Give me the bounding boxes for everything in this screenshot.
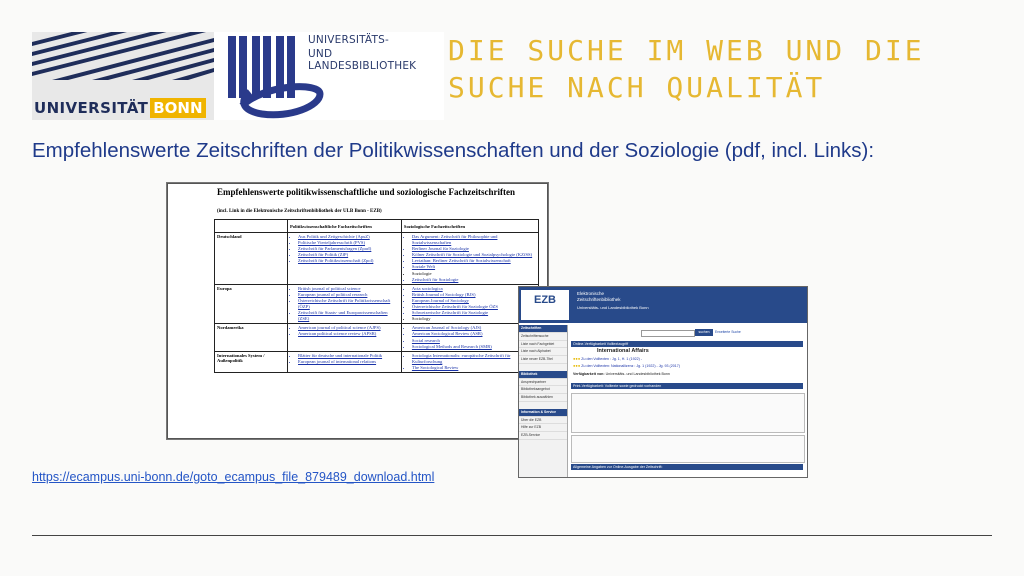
document-heading: Empfehlenswerte politikwissenschaftliche… [217, 187, 515, 197]
ezb-sidebar-spacer [519, 364, 567, 371]
table-row: DeutschlandAus Politik und Zeitgeschicht… [214, 232, 540, 285]
ezb-availability-text: Universitäts- und Landesbibliothek Bonn [605, 372, 670, 376]
ezb-logo: EZB [521, 290, 569, 320]
ezb-header: EZB Elektronische Zeitschriftenbibliothe… [519, 287, 807, 323]
journal-list-document: Empfehlenswerte politikwissenschaftliche… [166, 182, 549, 440]
ezb-holdings-box-1 [571, 393, 805, 433]
library-logo: UNIVERSITÄTS- UND LANDESBIBLIOTHEK [214, 32, 444, 120]
table-row: Internationales System / AußenpolitikBlä… [214, 350, 540, 373]
ezb-sidebar-item[interactable]: Liste nach Alphabet [519, 348, 567, 357]
politics-cell: Blätter für deutsche und internationale … [287, 350, 402, 373]
ezb-sidebar-item[interactable]: Liste neuer EZB-Titel [519, 356, 567, 364]
politics-cell: American journal of political science (A… [287, 323, 402, 352]
journal-link[interactable]: Zeitschrift für Politikwissenschaft (Zpo… [298, 258, 399, 264]
ezb-sidebar-heading: Information & Service [519, 408, 567, 417]
ezb-sidebar-item[interactable]: Über die EZB [519, 417, 567, 425]
ezb-availability-bar: Online-Verfügbarkeit Volltextzugriff [571, 341, 803, 347]
ezb-sidebar-item[interactable]: Liste nach Fachgebiet [519, 341, 567, 349]
region-cell: Nordamerika [214, 323, 288, 352]
table-row: EuropaBritish journal of political scien… [214, 283, 540, 325]
journal-link[interactable]: American political science review (APSR) [298, 331, 399, 337]
ezb-sidebar-item[interactable]: EZB-Service [519, 432, 567, 440]
traffic-light-icon: ●●● [573, 356, 581, 361]
ezb-sidebar-heading: Bibliothek [519, 370, 567, 379]
region-cell: Internationales System / Außenpolitik [214, 350, 288, 373]
column-header-sociology: Soziologische Fachzeitschriften [400, 219, 540, 233]
ezb-sidebar: Zeitschriften Zeitschriftensuche Liste nac… [519, 325, 568, 477]
university-logo: UNIVERSITÄT BONN [32, 32, 214, 120]
ezb-sidebar-spacer [519, 440, 567, 447]
journal-link[interactable]: Zeitschrift für Staats- und Europawissen… [298, 310, 399, 322]
download-link[interactable]: https://ecampus.uni-bonn.de/goto_ecampus… [32, 470, 434, 484]
ezb-fulltext-link-2[interactable]: Zu den Volltexten: Nationallizenz : Jg. … [581, 364, 680, 368]
university-word-universitaet: UNIVERSITÄT [34, 99, 149, 117]
sociology-cell: Das Argument: Zeitschrift für Philosophi… [400, 232, 540, 285]
journal-link[interactable]: Österreichische Zeitschrift für Politikw… [298, 298, 399, 310]
ezb-title: Elektronische Zeitschriftenbibliothek [577, 291, 621, 302]
ezb-sidebar-item[interactable]: Hilfe zur EZB [519, 424, 567, 433]
ezb-availability-label: Verfügbarkeit von: [573, 372, 605, 376]
column-header-region [214, 219, 288, 233]
ezb-screenshot: EZB Elektronische Zeitschriftenbibliothe… [518, 286, 808, 478]
journal-link[interactable]: Das Argument: Zeitschrift für Philosophi… [412, 234, 536, 246]
library-name-line2: UND LANDESBIBLIOTHEK [308, 48, 417, 72]
ezb-main: suchen Erweiterte Suche Online-Verfügbar… [571, 325, 805, 475]
table-row: NordamerikaAmerican journal of political… [214, 323, 540, 352]
journal-link[interactable]: Zeitschrift für Soziologie [412, 277, 536, 283]
region-cell: Europa [214, 283, 288, 325]
politics-cell: Aus Politik und Zeitgeschichte (ApuZ)Pol… [287, 232, 402, 285]
ezb-journal-title: International Affairs [597, 348, 649, 354]
ezb-sidebar-item[interactable]: Bibliothek auswählen [519, 394, 567, 402]
journal-table-header: Politikwissenschaftliche Fachzeitschrift… [214, 219, 540, 233]
ezb-sidebar-spacer [519, 402, 567, 409]
ezb-general-info-bar: Allgemeine Angaben zur Online-Ausgabe de… [571, 464, 803, 470]
ezb-search-button[interactable]: suchen [695, 329, 713, 336]
slide-title: Die Suche im Web und die Suche nach Qual… [448, 34, 925, 104]
ezb-sidebar-heading: Zeitschriften [519, 325, 567, 333]
ezb-institution: Universitäts- und Landesbibliothek Bonn [577, 305, 649, 310]
document-subheading: (incl. Link in die Elektronische Zeitsch… [217, 209, 382, 214]
footer-divider [32, 535, 992, 536]
region-cell: Deutschland [214, 232, 288, 285]
traffic-light-icon: ●●● [573, 363, 581, 368]
university-wordmark: UNIVERSITÄT BONN [32, 97, 206, 119]
ezb-fulltext-link-1[interactable]: Zu den Volltexten : Jg. 1, H. 1 (1922) - [581, 357, 642, 361]
university-logo-stripes [32, 32, 214, 80]
ezb-search-input[interactable] [641, 330, 695, 337]
journal-link[interactable]: European journal of international relati… [298, 359, 399, 365]
ezb-print-bar: Print-Verfügbarkeit: Volltexte sowie ged… [571, 383, 803, 389]
ezb-holdings-box-2 [571, 435, 805, 463]
journal-table: Politikwissenschaftliche Fachzeitschrift… [214, 219, 540, 373]
politics-cell: British journal of political scienceEuro… [287, 283, 402, 325]
university-word-bonn: BONN [150, 98, 206, 118]
ezb-advanced-search-link[interactable]: Erweiterte Suche [715, 330, 741, 334]
ezb-fulltext-row-1[interactable]: ●●● Zu den Volltexten : Jg. 1, H. 1 (192… [573, 356, 642, 361]
ezb-title-line2: Zeitschriftenbibliothek [577, 296, 621, 302]
ezb-sidebar-item[interactable]: Zeitschriftensuche [519, 333, 567, 341]
ezb-fulltext-row-2[interactable]: ●●● Zu den Volltexten: Nationallizenz : … [573, 363, 680, 368]
column-header-politics: Politikwissenschaftliche Fachzeitschrift… [287, 219, 402, 233]
ezb-availability-row: Verfügbarkeit von: Universitäts- und Lan… [573, 372, 670, 376]
library-name-line1: UNIVERSITÄTS- [308, 34, 389, 46]
ezb-sidebar-item[interactable]: Ansprechpartner [519, 379, 567, 387]
ezb-sidebar-item[interactable]: Bibliotheksangebot [519, 386, 567, 395]
slide-subtitle: Empfehlenswerte Zeitschriften der Politi… [32, 139, 875, 162]
